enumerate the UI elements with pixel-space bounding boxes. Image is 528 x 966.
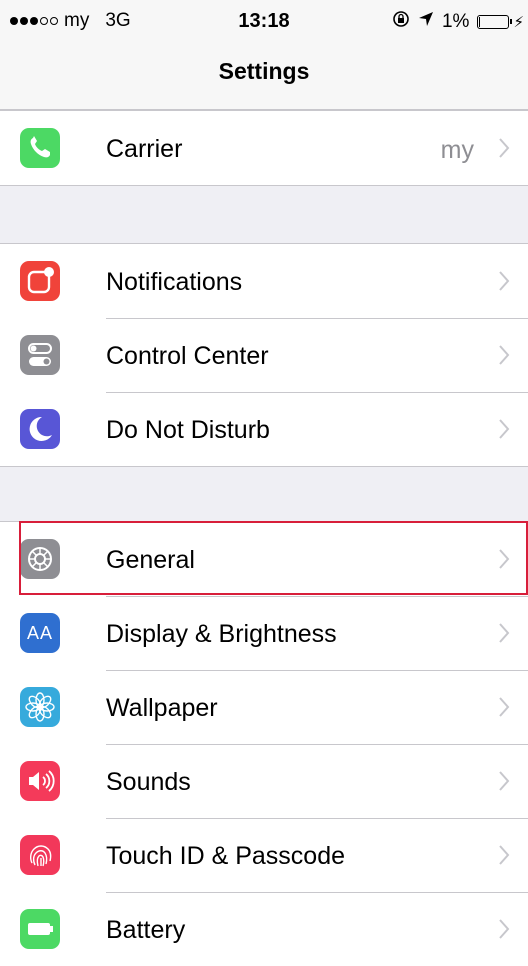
settings-row-general[interactable]: General (0, 522, 528, 596)
settings-row-label: Carrier (106, 135, 183, 163)
battery-icon (20, 909, 60, 949)
chevron-right-icon (498, 137, 510, 164)
phone-icon (20, 128, 60, 168)
orientation-lock-icon (392, 10, 410, 33)
speaker-icon (20, 761, 60, 801)
chevron-right-icon (498, 418, 510, 445)
chevron-right-icon (498, 622, 510, 649)
settings-row-label: Control Center (106, 342, 269, 370)
carrier-group: Carrier my (0, 110, 528, 186)
fingerprint-icon (20, 835, 60, 875)
settings-row-sounds[interactable]: Sounds (0, 744, 528, 818)
chevron-right-icon (498, 770, 510, 797)
carrier-value: my (440, 136, 474, 164)
notifications-group: Notifications Control Center Do Not Dist… (0, 243, 528, 467)
charging-bolt-icon: ⚡ (513, 13, 524, 31)
location-arrow-icon (418, 11, 434, 32)
status-right: 1% ⚡ (392, 10, 524, 33)
settings-row-notifications[interactable]: Notifications (0, 244, 528, 318)
settings-row-do-not-disturb[interactable]: Do Not Disturb (0, 392, 528, 466)
settings-row-label: Wallpaper (106, 694, 218, 722)
settings-row-carrier[interactable]: Carrier my (0, 111, 528, 185)
page-title: Settings (218, 58, 310, 84)
battery-percent: 1% (441, 10, 470, 32)
settings-row-battery[interactable]: Battery (0, 892, 528, 966)
chevron-right-icon (498, 696, 510, 723)
battery-status-icon: ⚡ (477, 13, 524, 31)
text-size-glyph: AA (26, 622, 53, 643)
moon-icon (20, 409, 60, 449)
chevron-right-icon (498, 844, 510, 871)
settings-row-label: Notifications (106, 268, 243, 296)
notifications-icon (20, 261, 60, 301)
chevron-right-icon (498, 344, 510, 371)
text-size-icon: AA (20, 613, 60, 653)
settings-row-wallpaper[interactable]: Wallpaper (0, 670, 528, 744)
general-group: General AA Display & Brightness Wallpape… (0, 521, 528, 966)
settings-row-touch-id[interactable]: Touch ID & Passcode (0, 818, 528, 892)
status-bar: my 3G 13:18 1% ⚡ (0, 0, 528, 40)
settings-row-label: Sounds (106, 768, 191, 796)
settings-row-label: General (106, 546, 195, 574)
gear-icon (20, 539, 60, 579)
settings-row-control-center[interactable]: Control Center (0, 318, 528, 392)
flower-icon (20, 687, 60, 727)
chevron-right-icon (498, 918, 510, 945)
settings-row-label: Battery (106, 916, 186, 944)
settings-row-label: Do Not Disturb (106, 416, 270, 444)
settings-row-display-brightness[interactable]: AA Display & Brightness (0, 596, 528, 670)
settings-row-label: Touch ID & Passcode (106, 842, 346, 870)
control-center-icon (20, 335, 60, 375)
settings-row-label: Display & Brightness (106, 620, 337, 648)
nav-bar: Settings (0, 40, 528, 110)
chevron-right-icon (498, 270, 510, 297)
chevron-right-icon (498, 548, 510, 575)
